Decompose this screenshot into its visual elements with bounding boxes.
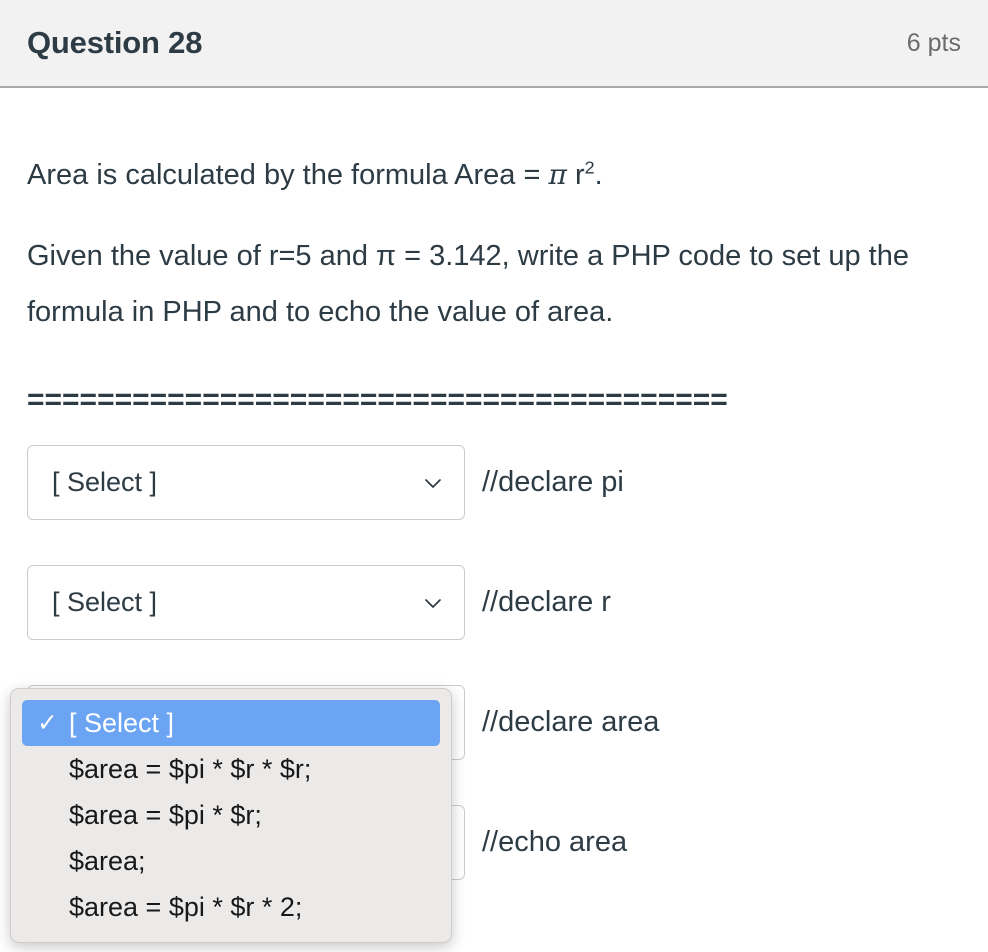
formula-lead-text: Area is calculated by the formula Area = [27,159,549,191]
comment-label-declare-pi: //declare pi [482,466,624,498]
points-badge: 6 pts [906,28,961,57]
dropdown-option-label: $area = $pi * $r; [69,800,262,830]
exponent-two: 2 [584,157,595,178]
answer-row: [ Select ] //declare pi [27,445,961,520]
pi-symbol: π [548,158,567,191]
dropdown-option-area[interactable]: $area; [22,838,440,884]
chevron-down-icon [422,472,444,494]
equals-divider: ======================================== [27,383,728,416]
dropdown-option-label: [ Select ] [69,708,175,738]
dropdown-option-area-pi-r-2[interactable]: $area = $pi * $r * 2; [22,884,440,930]
page-title: Question 28 [27,25,203,60]
chevron-down-icon [422,592,444,614]
select-value: [ Select ] [52,587,158,617]
select-dropdown-declare-r[interactable]: [ Select ] [27,565,465,640]
checkmark-icon: ✓ [37,709,58,737]
radius-symbol: r [566,159,585,191]
question-paragraph-2: Given the value of r=5 and π = 3.142, wr… [27,240,909,328]
dropdown-options-popup: ✓ [ Select ] $area = $pi * $r * $r; $are… [10,688,452,943]
dropdown-option-area-pi-r[interactable]: $area = $pi * $r; [22,792,440,838]
dropdown-option-label: $area = $pi * $r * $r; [69,754,312,784]
dropdown-option-area-pi-r-r[interactable]: $area = $pi * $r * $r; [22,746,440,792]
question-header: Question 28 6 pts [0,0,988,88]
comment-label-declare-area: //declare area [482,706,660,738]
comment-label-echo-area: //echo area [482,826,628,858]
select-dropdown-declare-pi[interactable]: [ Select ] [27,445,465,520]
sentence-period: . [594,159,603,191]
dropdown-option-select[interactable]: ✓ [ Select ] [22,700,440,746]
select-value: [ Select ] [52,467,158,497]
comment-label-declare-r: //declare r [482,586,611,618]
dropdown-option-label: $area; [69,846,146,876]
answer-row: [ Select ] //declare r [27,565,961,640]
dropdown-option-label: $area = $pi * $r * 2; [69,892,303,922]
question-paragraph-1: Area is calculated by the formula Area =… [27,147,961,203]
